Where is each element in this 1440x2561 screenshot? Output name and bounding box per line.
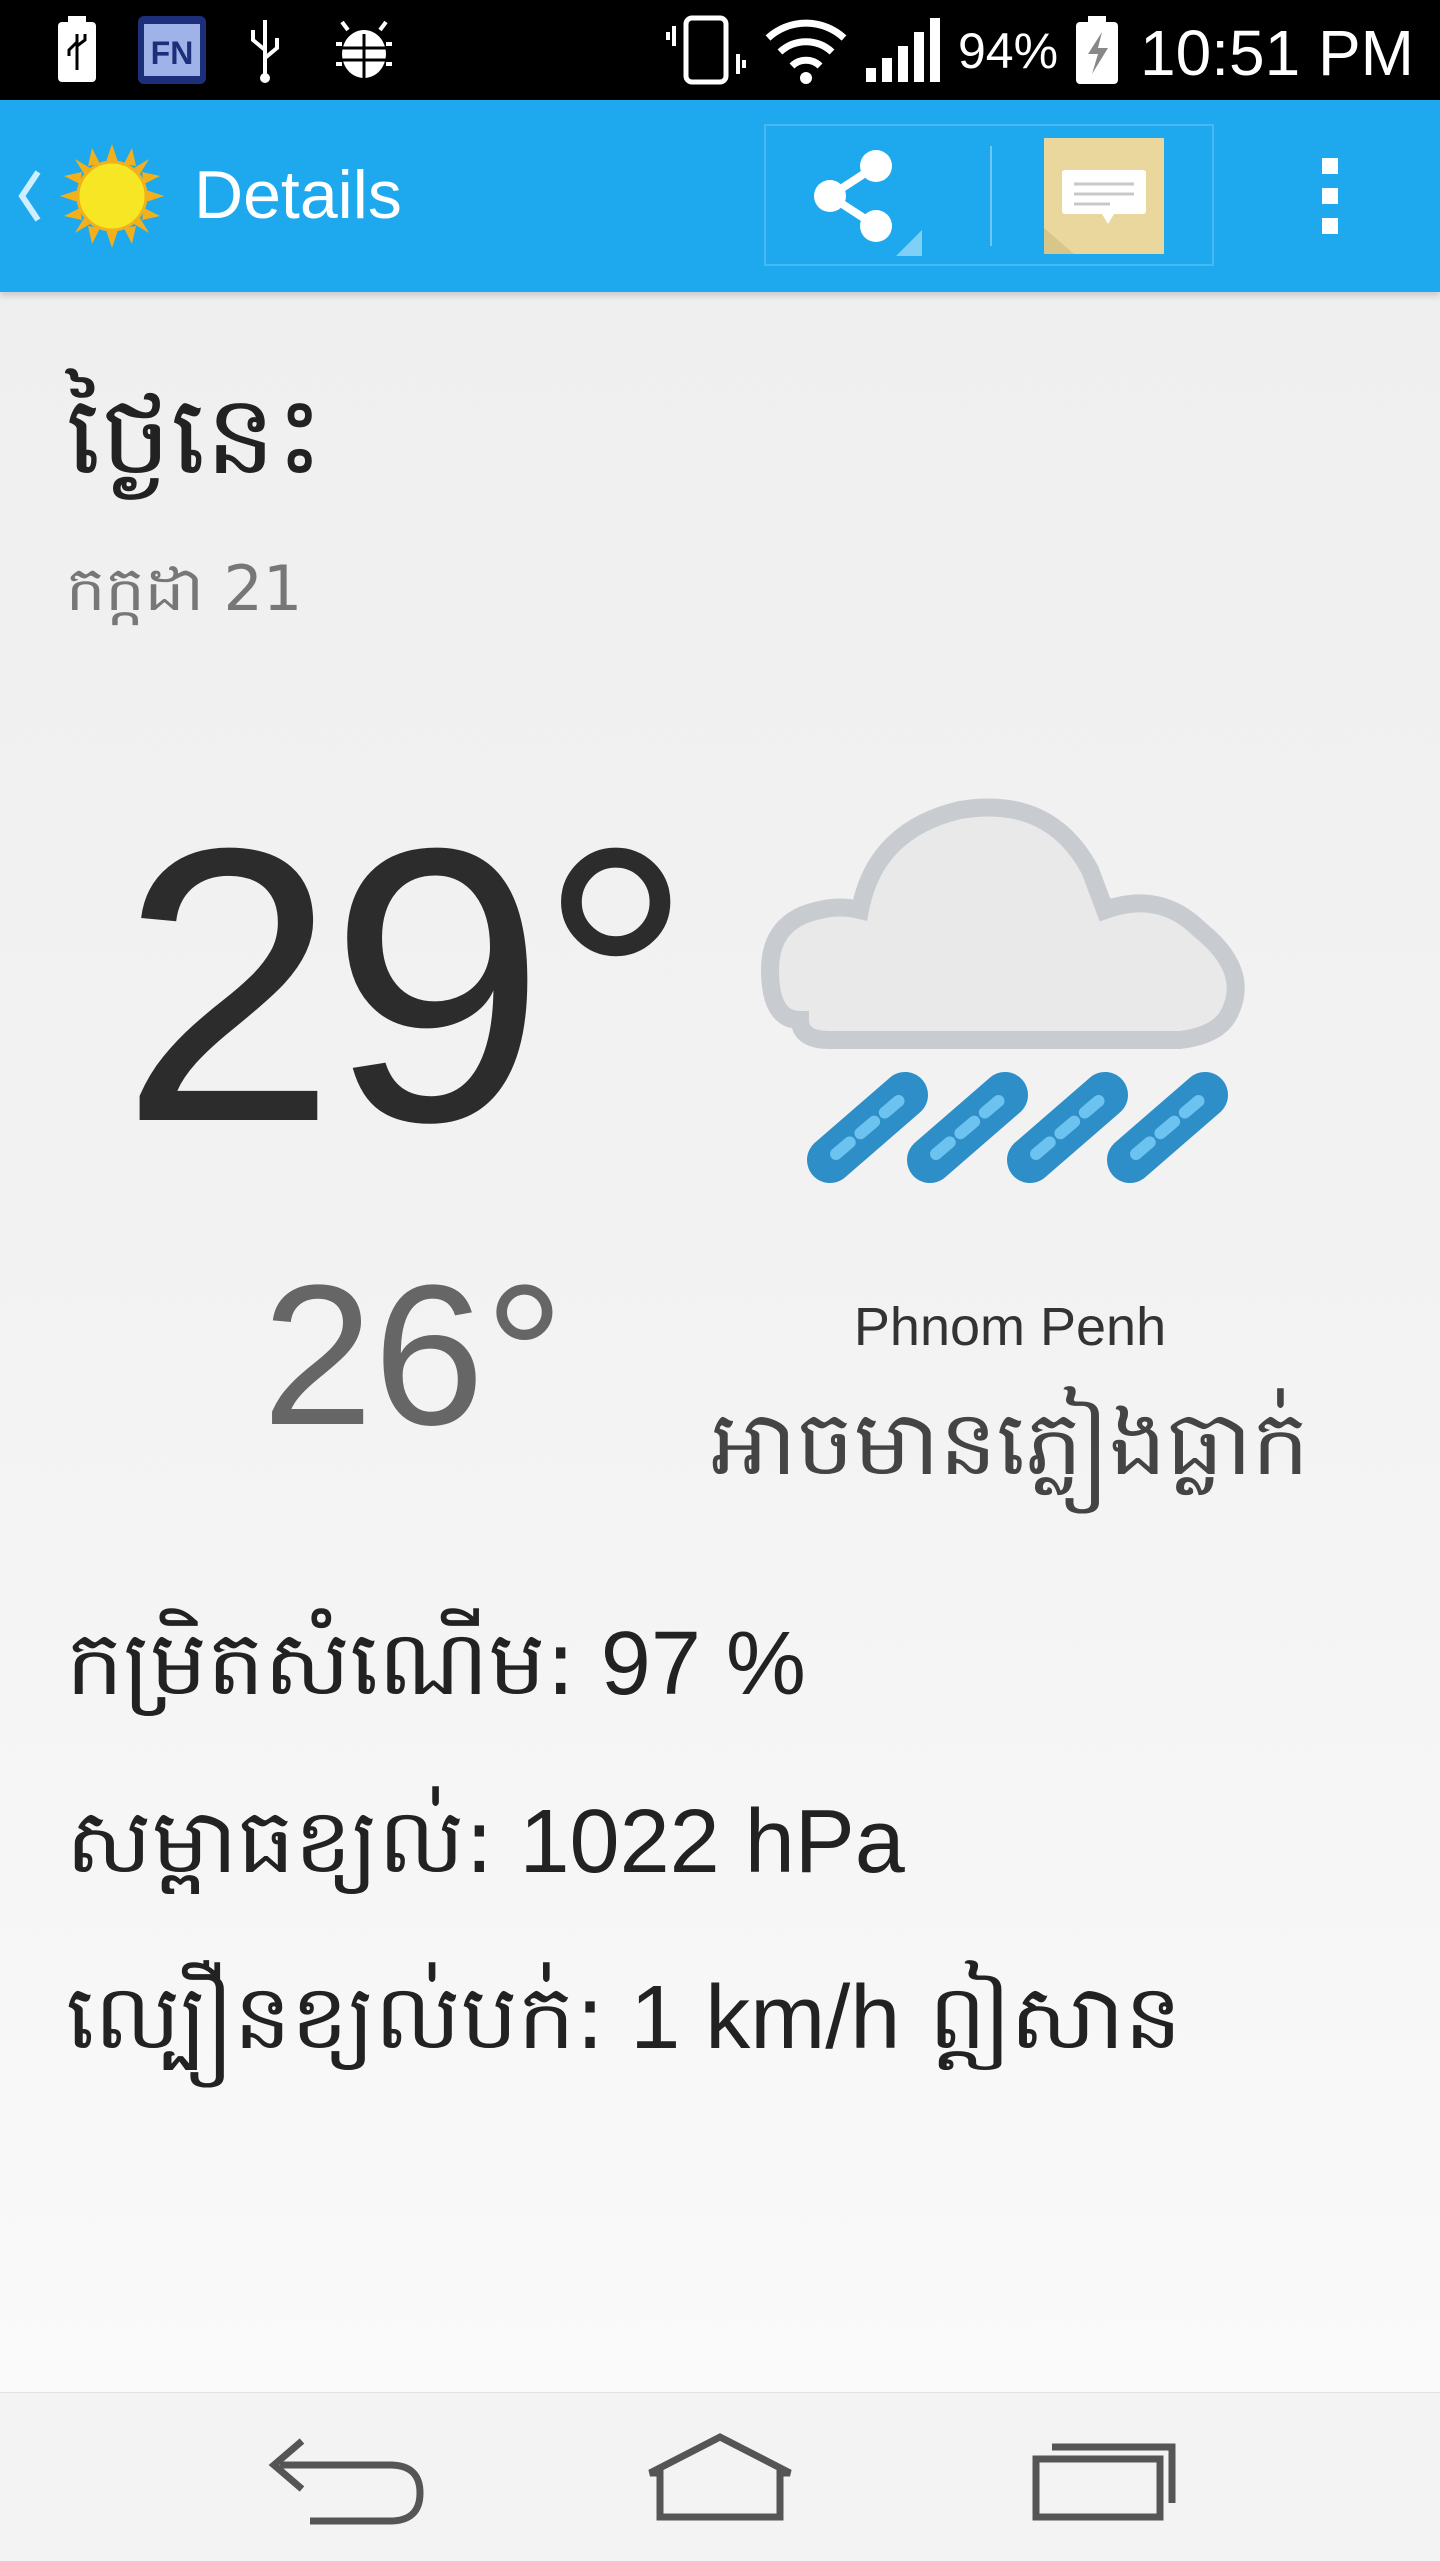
recent-apps-icon[interactable]: [1000, 2417, 1200, 2537]
pressure-label: សម្ពាធខ្យល់:: [66, 1789, 495, 1894]
action-divider: [990, 146, 992, 246]
fn-app-icon: FN: [138, 16, 206, 84]
sun-app-icon[interactable]: [60, 144, 164, 248]
usb-icon: [251, 20, 279, 83]
vibrate-icon: [666, 15, 746, 85]
message-icon: [1044, 138, 1164, 254]
navigation-bar: [0, 2392, 1440, 2561]
humidity-label: កម្រិតសំណើម:: [66, 1611, 576, 1716]
wind-value: 1 km/h: [605, 1968, 901, 2068]
temperature-low: 26°: [262, 1244, 565, 1467]
status-time: 10:51 PM: [1140, 17, 1414, 89]
usb-battery-icon: [58, 16, 96, 82]
pressure-value: 1022 hPa: [494, 1792, 905, 1892]
battery-charging-icon: [1076, 16, 1118, 84]
humidity-value: 97 %: [575, 1614, 806, 1714]
signal-icon: [866, 18, 940, 82]
wind-direction: ឦសាន: [900, 1965, 1182, 2070]
pressure-row: សម្ពាធខ្យល់: 1022 hPa: [66, 1784, 905, 1916]
day-date: កក្កដា 21: [66, 552, 303, 625]
wind-row: ល្បឿនខ្យល់បក់: 1 km/h ឦសាន: [66, 1960, 1182, 2092]
share-button[interactable]: [766, 126, 986, 264]
page-title: Details: [194, 157, 402, 233]
location-label: Phnom Penh: [853, 1297, 1167, 1357]
up-navigation-icon[interactable]: [14, 166, 44, 226]
humidity-row: កម្រិតសំណើម: 97 %: [66, 1606, 806, 1738]
status-bar: FN 94% 10:51 PM: [0, 0, 1440, 100]
temperature-high: 29°: [120, 767, 694, 1203]
back-icon[interactable]: [240, 2417, 440, 2537]
rain-cloud-icon: [760, 798, 1245, 1183]
home-icon[interactable]: [620, 2417, 820, 2537]
wifi-icon: [765, 19, 847, 84]
android-debug-icon: [336, 20, 392, 78]
overflow-menu-icon[interactable]: [1300, 146, 1360, 246]
wind-label: ល្បឿនខ្យល់បក់:: [66, 1965, 606, 2070]
battery-percent: 94%: [958, 23, 1059, 79]
share-icon: [814, 150, 922, 256]
forecast-description: អាចមានភ្លៀងធ្លាក់: [710, 1391, 1310, 1496]
action-bar: Details: [0, 100, 1440, 292]
svg-text:FN: FN: [151, 35, 194, 71]
action-group: [764, 124, 1214, 266]
day-title: ថ្ងៃនេះ: [66, 371, 324, 499]
message-button[interactable]: [1044, 138, 1164, 254]
